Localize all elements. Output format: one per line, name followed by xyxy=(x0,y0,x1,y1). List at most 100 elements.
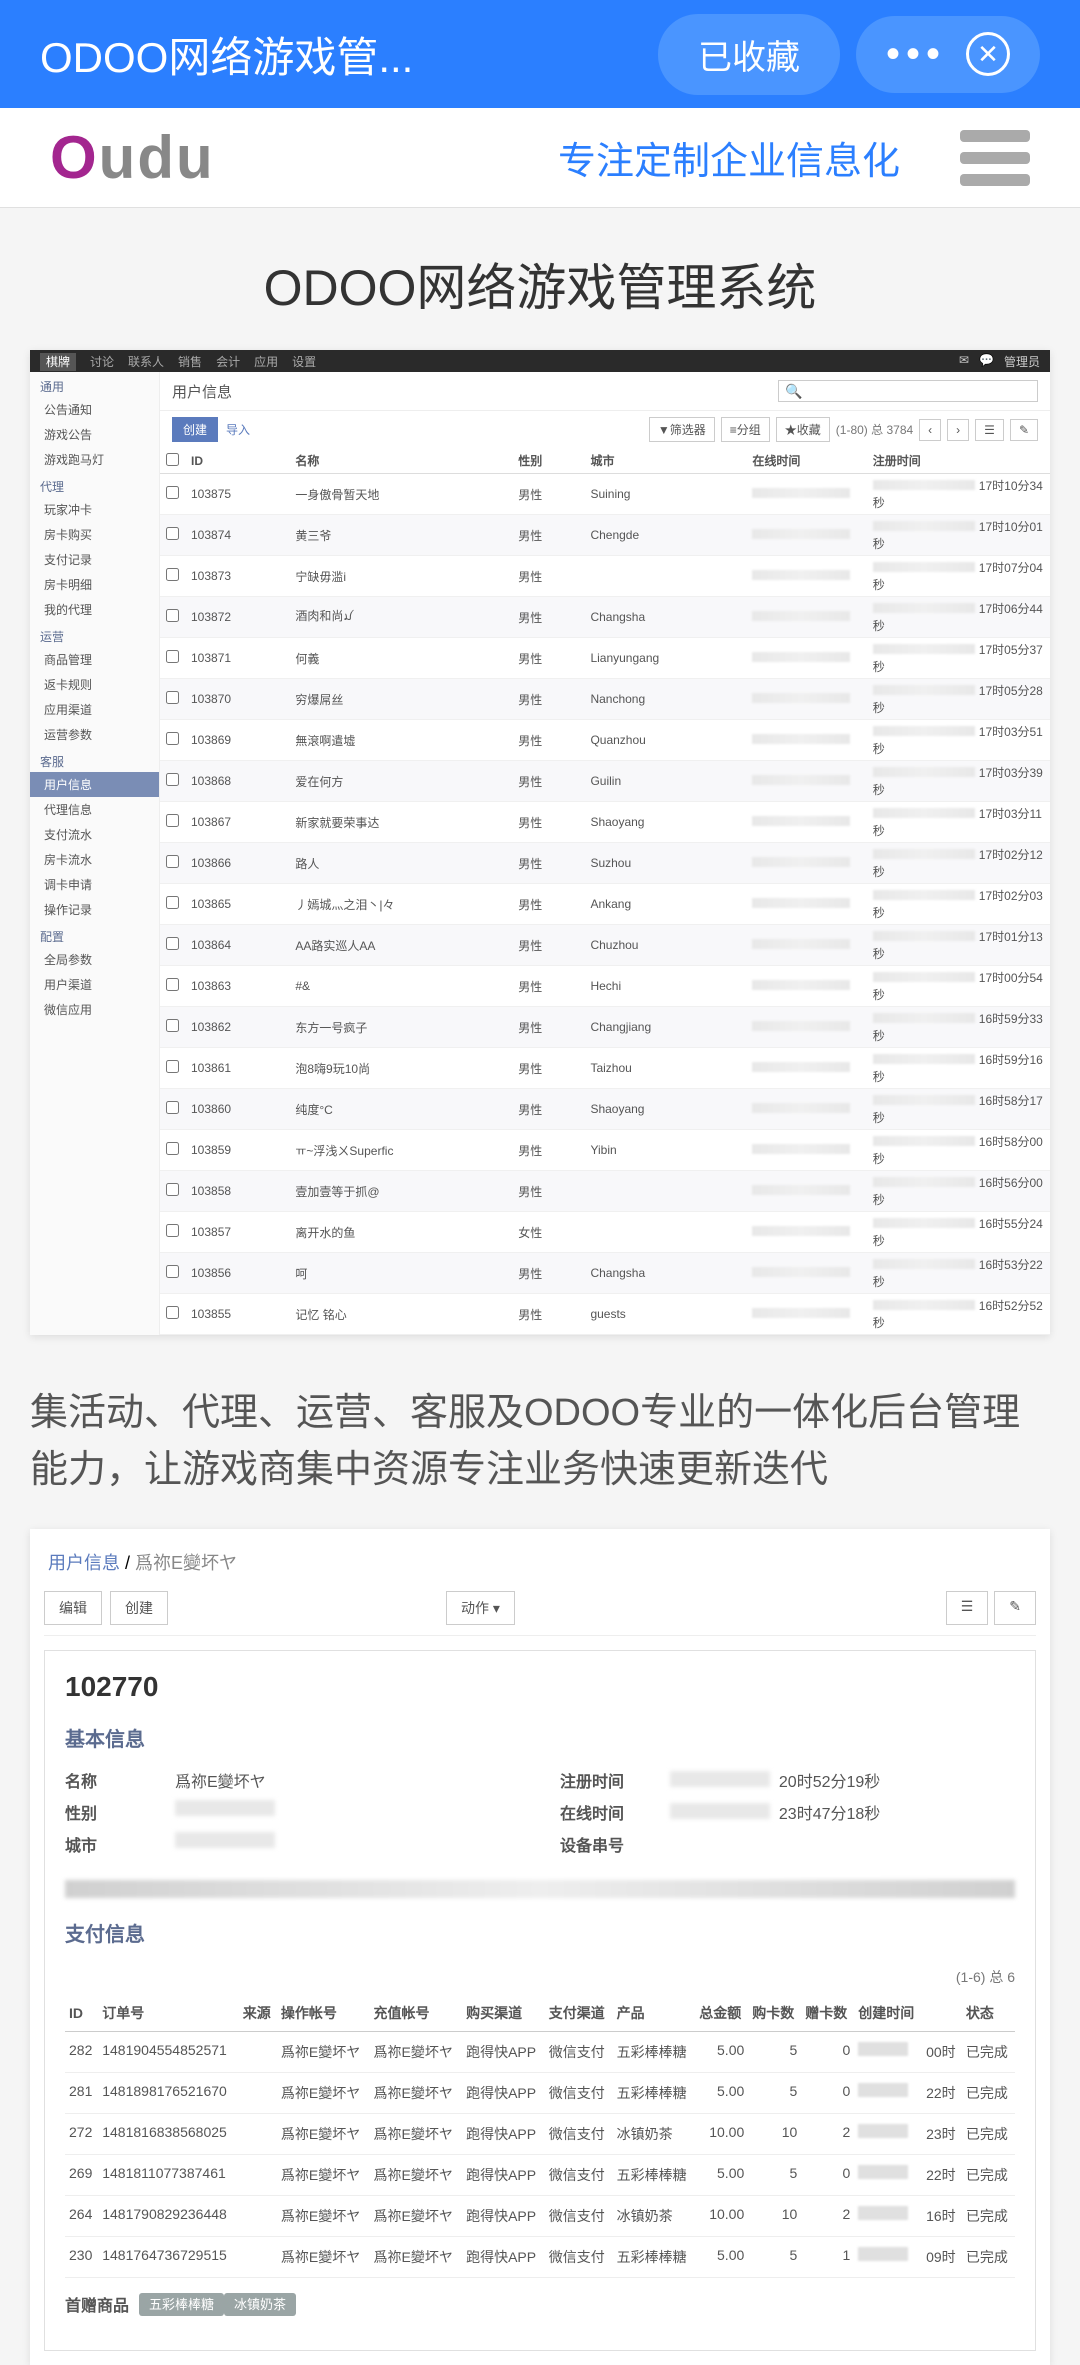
sidebar-item[interactable]: 返卡规则 xyxy=(30,672,159,697)
pay-column-header[interactable]: ID xyxy=(65,1995,98,2032)
pay-column-header[interactable]: 来源 xyxy=(239,1995,277,2032)
table-row[interactable]: 103859ㅠ~浮浅ㄨSuperfic男性Yibin 16时58分00秒 xyxy=(160,1130,1050,1171)
row-checkbox[interactable] xyxy=(166,527,179,540)
sidebar-item[interactable]: 房卡购买 xyxy=(30,522,159,547)
create-button-2[interactable]: 创建 xyxy=(110,1591,168,1625)
favorite-button[interactable]: 已收藏 xyxy=(658,14,840,95)
pay-column-header[interactable] xyxy=(922,1995,962,2032)
list-view-icon-2[interactable]: ☰ xyxy=(946,1591,989,1625)
table-row[interactable]: 103861泡8嗨9玩10尚男性Taizhou 16时59分16秒 xyxy=(160,1048,1050,1089)
table-row[interactable]: 103865丿嫣城灬之泪丶|々男性Ankang 17时02分03秒 xyxy=(160,884,1050,925)
gift-tag[interactable]: 冰镇奶茶 xyxy=(224,2293,296,2316)
sidebar-item[interactable]: 应用渠道 xyxy=(30,697,159,722)
table-row[interactable]: 103875一身傲骨暂天地男性Suining 17时10分34秒 xyxy=(160,474,1050,515)
table-row[interactable]: 103868爱在何方男性Guilin 17时03分39秒 xyxy=(160,761,1050,802)
row-checkbox[interactable] xyxy=(166,568,179,581)
column-header[interactable]: 名称 xyxy=(289,448,512,474)
breadcrumb-link[interactable]: 用户信息 xyxy=(48,1553,120,1573)
admin-label[interactable]: 管理员 xyxy=(1004,353,1040,370)
sidebar-item[interactable]: 运营参数 xyxy=(30,722,159,747)
pay-row[interactable]: 2691481811077387461爲祢E變坏ヤ爲祢E變坏ヤ 跑得快APP微信… xyxy=(65,2155,1015,2196)
sidebar-item[interactable]: 玩家冲卡 xyxy=(30,497,159,522)
pay-row[interactable]: 2641481790829236448爲祢E變坏ヤ爲祢E變坏ヤ 跑得快APP微信… xyxy=(65,2196,1015,2237)
fav-button[interactable]: ★收藏 xyxy=(776,417,830,442)
pay-column-header[interactable]: 订单号 xyxy=(98,1995,239,2032)
row-checkbox[interactable] xyxy=(166,937,179,950)
form-view-icon[interactable]: ✎ xyxy=(1010,419,1038,441)
column-header[interactable]: 性别 xyxy=(512,448,584,474)
prev-page-button[interactable]: ‹ xyxy=(919,419,941,441)
sidebar-item[interactable]: 代理信息 xyxy=(30,797,159,822)
column-header[interactable]: ID xyxy=(185,448,289,474)
table-row[interactable]: 103867新家就要荣事达男性Shaoyang 17时03分11秒 xyxy=(160,802,1050,843)
pay-column-header[interactable]: 购卡数 xyxy=(748,1995,801,2032)
sidebar-item[interactable]: 支付记录 xyxy=(30,547,159,572)
pay-column-header[interactable]: 操作帐号 xyxy=(277,1995,370,2032)
row-checkbox[interactable] xyxy=(166,1142,179,1155)
pay-column-header[interactable]: 创建时间 xyxy=(854,1995,922,2032)
pay-column-header[interactable]: 总金额 xyxy=(695,1995,748,2032)
row-checkbox[interactable] xyxy=(166,1019,179,1032)
list-view-icon[interactable]: ☰ xyxy=(975,419,1004,441)
table-row[interactable]: 103863#&男性Hechi 17时00分54秒 xyxy=(160,966,1050,1007)
row-checkbox[interactable] xyxy=(166,1306,179,1319)
row-checkbox[interactable] xyxy=(166,486,179,499)
sidebar-item[interactable]: 游戏跑马灯 xyxy=(30,447,159,472)
sidebar-item[interactable]: 房卡明细 xyxy=(30,572,159,597)
sidebar-item[interactable]: 操作记录 xyxy=(30,897,159,922)
table-row[interactable]: 103872酒肉和尚ꪣ男性Changsha 17时06分44秒 xyxy=(160,597,1050,638)
nav-item[interactable]: 棋牌 xyxy=(40,353,76,371)
pay-column-header[interactable]: 支付渠道 xyxy=(545,1995,613,2032)
table-row[interactable]: 103864AA路实巡人AA男性Chuzhou 17时01分13秒 xyxy=(160,925,1050,966)
sidebar-item[interactable]: 公告通知 xyxy=(30,397,159,422)
nav-item[interactable]: 联系人 xyxy=(128,355,164,369)
table-row[interactable]: 103862东方一号疯子男性Changjiang 16时59分33秒 xyxy=(160,1007,1050,1048)
group-button[interactable]: ≡分组 xyxy=(721,417,770,442)
row-checkbox[interactable] xyxy=(166,691,179,704)
pay-column-header[interactable]: 购买渠道 xyxy=(462,1995,545,2032)
nav-item[interactable]: 销售 xyxy=(178,355,202,369)
table-row[interactable]: 103855记忆 铭心男性guests 16时52分52秒 xyxy=(160,1294,1050,1335)
sidebar-item[interactable]: 房卡流水 xyxy=(30,847,159,872)
nav-item[interactable]: 设置 xyxy=(292,355,316,369)
column-header[interactable]: 在线时间 xyxy=(746,448,866,474)
column-header[interactable]: 城市 xyxy=(584,448,746,474)
table-row[interactable]: 103871何義男性Lianyungang 17时05分37秒 xyxy=(160,638,1050,679)
table-row[interactable]: 103870穷爆屌丝男性Nanchong 17时05分28秒 xyxy=(160,679,1050,720)
pay-row[interactable]: 2721481816838568025爲祢E變坏ヤ爲祢E變坏ヤ 跑得快APP微信… xyxy=(65,2114,1015,2155)
select-all-checkbox[interactable] xyxy=(166,453,179,466)
pay-column-header[interactable]: 状态 xyxy=(962,1995,1015,2032)
sidebar-item[interactable]: 用户渠道 xyxy=(30,972,159,997)
pay-row[interactable]: 2811481898176521670爲祢E變坏ヤ爲祢E變坏ヤ 跑得快APP微信… xyxy=(65,2073,1015,2114)
row-checkbox[interactable] xyxy=(166,1183,179,1196)
row-checkbox[interactable] xyxy=(166,732,179,745)
row-checkbox[interactable] xyxy=(166,1101,179,1114)
sidebar-item[interactable]: 支付流水 xyxy=(30,822,159,847)
table-row[interactable]: 103869無滾啊遣墟男性Quanzhou 17时03分51秒 xyxy=(160,720,1050,761)
row-checkbox[interactable] xyxy=(166,650,179,663)
pay-row[interactable]: 2821481904554852571爲祢E變坏ヤ爲祢E變坏ヤ 跑得快APP微信… xyxy=(65,2032,1015,2073)
table-row[interactable]: 103858壹加壹等于抓@男性 16时56分00秒 xyxy=(160,1171,1050,1212)
row-checkbox[interactable] xyxy=(166,814,179,827)
table-row[interactable]: 103857离开水的鱼女性 16时55分24秒 xyxy=(160,1212,1050,1253)
row-checkbox[interactable] xyxy=(166,1224,179,1237)
filter-button[interactable]: ▼筛选器 xyxy=(649,417,715,442)
table-row[interactable]: 103873宁缺毋滥i男性 17时07分04秒 xyxy=(160,556,1050,597)
pay-column-header[interactable]: 充值帐号 xyxy=(370,1995,463,2032)
row-checkbox[interactable] xyxy=(166,855,179,868)
row-checkbox[interactable] xyxy=(166,773,179,786)
table-row[interactable]: 103860纯度°C男性Shaoyang 16时58分17秒 xyxy=(160,1089,1050,1130)
chat-icon[interactable]: 💬 xyxy=(979,353,994,370)
msg-icon[interactable]: ✉ xyxy=(959,353,969,370)
column-header[interactable]: 注册时间 xyxy=(867,448,1050,474)
form-view-icon-2[interactable]: ✎ xyxy=(994,1591,1036,1625)
sidebar-item[interactable]: 游戏公告 xyxy=(30,422,159,447)
row-checkbox[interactable] xyxy=(166,609,179,622)
pay-column-header[interactable]: 产品 xyxy=(613,1995,696,2032)
table-row[interactable]: 103856呵男性Changsha 16时53分22秒 xyxy=(160,1253,1050,1294)
sidebar-item[interactable]: 商品管理 xyxy=(30,647,159,672)
nav-item[interactable]: 会计 xyxy=(216,355,240,369)
create-button[interactable]: 创建 xyxy=(172,417,218,442)
row-checkbox[interactable] xyxy=(166,896,179,909)
gift-tag[interactable]: 五彩棒棒糖 xyxy=(139,2293,224,2316)
